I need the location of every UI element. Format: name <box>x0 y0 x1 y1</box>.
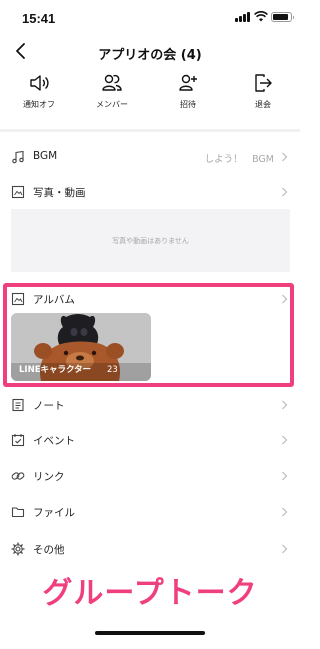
media-empty-state: 写真や動画はありません <box>11 209 290 272</box>
action-label: 通知オフ <box>23 100 55 109</box>
signal-icon <box>235 12 251 22</box>
music-note-icon <box>12 150 24 164</box>
menu-item-label: アルバム <box>33 294 75 306</box>
chevron-right-icon <box>282 294 288 304</box>
nav-header: アプリオの会 (4) <box>0 34 300 68</box>
notification-off-button[interactable]: 通知オフ <box>9 72 69 110</box>
leave-button[interactable]: 退会 <box>233 72 293 110</box>
action-label: メンバー <box>96 100 128 109</box>
album-thumbnail[interactable]: LINEキャラクター 23 <box>11 313 151 381</box>
home-indicator <box>95 631 205 635</box>
invite-icon <box>179 74 197 91</box>
chevron-right-icon <box>282 435 288 445</box>
menu-item-note[interactable]: ノート <box>0 389 300 421</box>
chevron-right-icon <box>282 471 288 481</box>
menu-item-bgm[interactable]: BGM しよう！ BGM <box>0 141 300 173</box>
wifi-icon <box>254 11 268 22</box>
status-time: 15:41 <box>22 11 56 26</box>
action-label: 招待 <box>180 100 196 109</box>
menu-item-label: イベント <box>33 435 75 447</box>
members-icon <box>102 74 122 91</box>
menu-item-file[interactable]: ファイル <box>0 496 300 528</box>
chevron-right-icon <box>282 152 288 162</box>
page-title: アプリオの会 (4) <box>98 48 202 63</box>
bgm-value: しよう！ BGM <box>204 154 274 165</box>
link-icon <box>11 472 25 480</box>
menu-item-other[interactable]: その他 <box>0 533 300 565</box>
action-row: 通知オフ メンバー 招待 退会 <box>0 72 300 120</box>
menu-item-label: 写真・動画 <box>33 187 86 199</box>
album-icon <box>11 292 25 306</box>
chevron-right-icon <box>282 187 288 197</box>
leave-icon <box>255 74 272 92</box>
menu-item-album[interactable]: アルバム <box>0 283 300 315</box>
section-divider <box>0 129 300 132</box>
menu-item-event[interactable]: イベント <box>0 424 300 456</box>
chevron-right-icon <box>282 400 288 410</box>
folder-icon <box>11 507 25 518</box>
menu-item-photos-videos[interactable]: 写真・動画 <box>0 176 300 208</box>
calendar-check-icon <box>11 434 25 447</box>
chevron-right-icon <box>282 507 288 517</box>
photo-icon <box>11 185 25 199</box>
action-label: 退会 <box>255 100 271 109</box>
menu-item-label: ノート <box>33 400 65 412</box>
empty-state-text: 写真や動画はありません <box>112 237 189 245</box>
caption-overlay: グループトーク <box>42 576 258 611</box>
album-thumbnail-title: LINEキャラクター <box>19 365 92 375</box>
note-icon <box>12 398 24 412</box>
menu-item-label: ファイル <box>33 507 75 519</box>
invite-button[interactable]: 招待 <box>158 72 218 110</box>
battery-icon <box>271 12 294 22</box>
menu-item-label: BGM <box>33 150 58 162</box>
gear-icon <box>11 542 25 556</box>
album-thumbnail-count: 23 <box>107 365 118 375</box>
chevron-right-icon <box>282 544 288 554</box>
members-button[interactable]: メンバー <box>82 72 142 110</box>
menu-item-link[interactable]: リンク <box>0 460 300 492</box>
menu-item-label: リンク <box>33 471 65 483</box>
status-bar: 15:41 <box>0 0 300 34</box>
speaker-mute-icon <box>30 75 49 91</box>
menu-item-label: その他 <box>33 544 65 556</box>
